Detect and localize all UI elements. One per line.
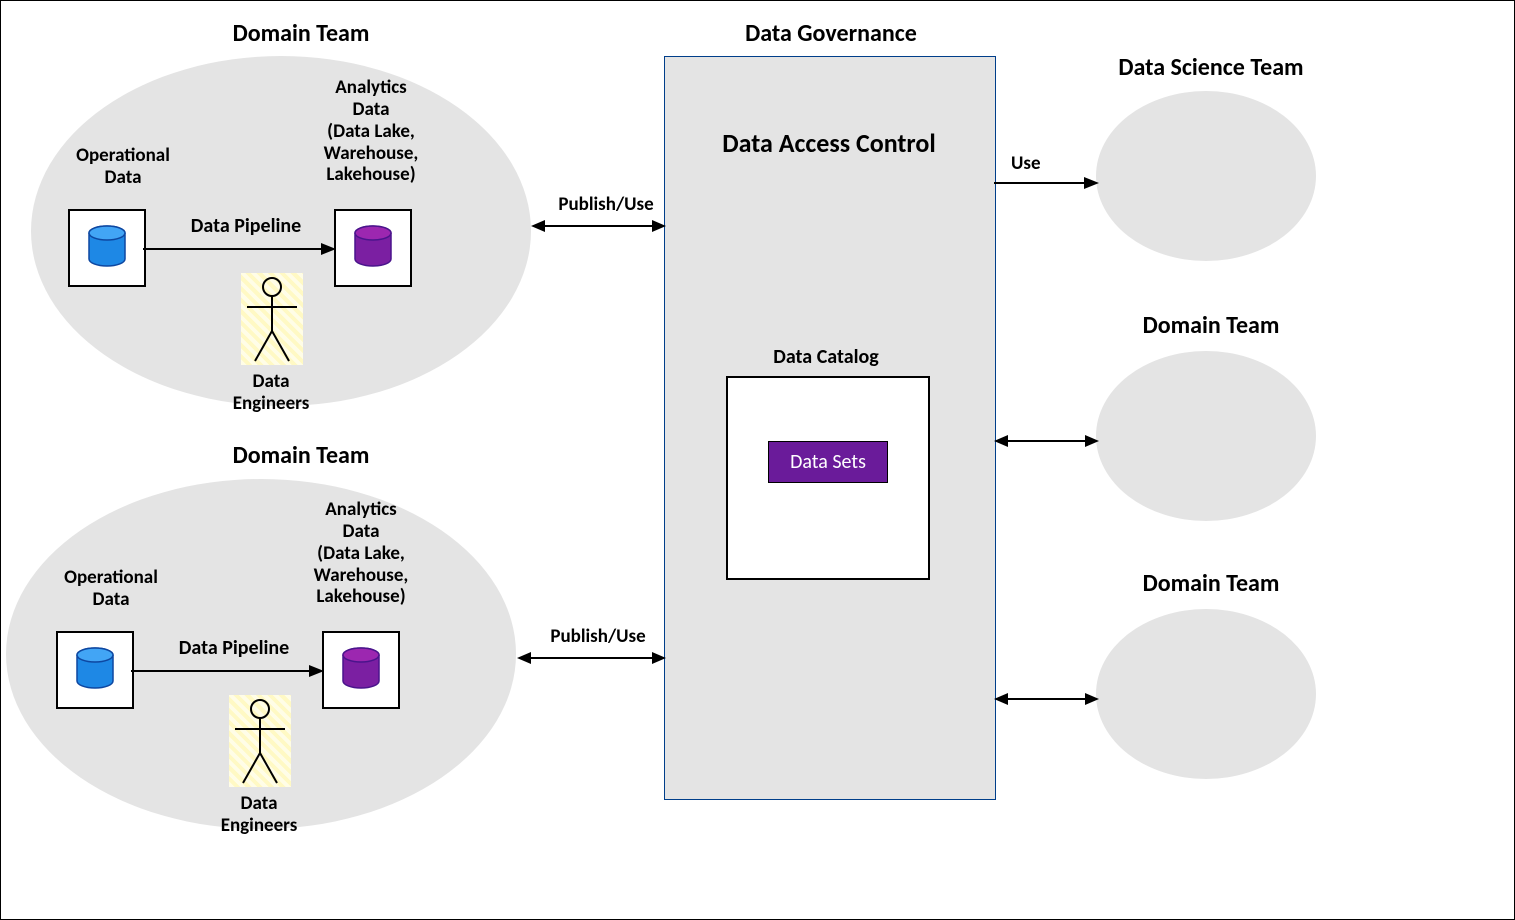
data-science-team-ellipse: [1096, 91, 1316, 261]
database-purple-icon: [336, 211, 410, 285]
operational-db-box-1: [68, 209, 146, 287]
title-data-governance: Data Governance: [711, 19, 951, 48]
person-icon-2: [229, 695, 291, 787]
arrow-pipeline-2: [129, 661, 324, 681]
label-operational-data-1: Operational Data: [63, 145, 183, 189]
arrow-publish-use-2: [517, 648, 666, 668]
person-icon-1: [241, 273, 303, 365]
operational-db-box-2: [56, 631, 134, 709]
label-publish-use-1: Publish/Use: [546, 194, 666, 216]
domain-team-right-1-ellipse: [1096, 351, 1316, 521]
label-data-catalog: Data Catalog: [726, 346, 926, 368]
title-domain-team-2: Domain Team: [181, 441, 421, 470]
arrow-use: [994, 173, 1099, 193]
arrow-pipeline-1: [141, 239, 336, 259]
label-analytics-data-2: Analytics Data (Data Lake, Warehouse, La…: [286, 499, 436, 608]
domain-team-right-2-ellipse: [1096, 609, 1316, 779]
label-publish-use-2: Publish/Use: [538, 626, 658, 648]
label-data-access-control: Data Access Control: [664, 127, 994, 159]
label-data-engineers-2: Data Engineers: [199, 793, 319, 837]
analytics-db-box-1: [334, 209, 412, 287]
label-data-engineers-1: Data Engineers: [211, 371, 331, 415]
arrow-right-domain-1: [994, 431, 1099, 451]
datasets-chip: Data Sets: [768, 441, 888, 483]
label-data-pipeline-2: Data Pipeline: [149, 637, 319, 659]
title-domain-team-1: Domain Team: [181, 19, 421, 48]
arrow-publish-use-1: [531, 216, 666, 236]
label-data-pipeline-1: Data Pipeline: [161, 215, 331, 237]
title-data-science-team: Data Science Team: [1081, 53, 1341, 82]
database-blue-icon: [58, 633, 132, 707]
title-domain-team-right-2: Domain Team: [1101, 569, 1321, 598]
arrow-right-domain-2: [994, 689, 1099, 709]
label-operational-data-2: Operational Data: [51, 567, 171, 611]
database-blue-icon: [70, 211, 144, 285]
label-analytics-data-1: Analytics Data (Data Lake, Warehouse, La…: [296, 77, 446, 186]
diagram-canvas: Domain Team Data Governance Data Science…: [0, 0, 1515, 920]
title-domain-team-right-1: Domain Team: [1101, 311, 1321, 340]
analytics-db-box-2: [322, 631, 400, 709]
database-purple-icon: [324, 633, 398, 707]
label-use: Use: [1011, 153, 1071, 175]
